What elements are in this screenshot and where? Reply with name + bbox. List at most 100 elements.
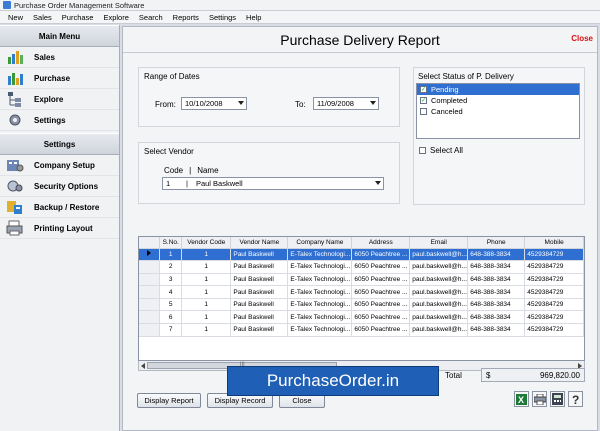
row-header[interactable]: [139, 285, 161, 299]
report-panel: Purchase Delivery Report Close Range of …: [122, 26, 598, 431]
row-header[interactable]: [139, 310, 161, 325]
print-icon[interactable]: [532, 391, 547, 407]
menu-purchase[interactable]: Purchase: [57, 13, 99, 22]
column-header[interactable]: Company Name: [287, 237, 353, 249]
vendor-header-separator: |: [189, 166, 192, 175]
sidebar-item-label: Security Options: [34, 181, 99, 191]
table-cell: 7: [159, 323, 183, 337]
column-header[interactable]: Vendor Code: [181, 237, 232, 249]
table-cell: 648-388-3834: [467, 285, 526, 299]
table-cell: 1: [181, 285, 232, 299]
row-header[interactable]: [139, 248, 161, 262]
chevron-down-icon: [375, 181, 381, 185]
row-header[interactable]: [139, 260, 161, 274]
table-cell: paul.baskwell@h...: [409, 260, 469, 274]
table-cell: 3: [159, 273, 183, 287]
sidebar-item-printing-layout[interactable]: Printing Layout: [0, 218, 119, 239]
total-value: 969,820.00: [539, 370, 580, 380]
table-cell: 1: [181, 260, 232, 274]
column-header[interactable]: Email: [409, 237, 469, 249]
status-option-label: Pending: [431, 85, 459, 94]
table-row[interactable]: 2 1 Paul Baskwell E-Talex Technologi... …: [139, 260, 584, 274]
display-report-button[interactable]: Display Report: [137, 393, 201, 408]
from-date-picker[interactable]: 10/10/2008: [181, 97, 247, 110]
menu-sales[interactable]: Sales: [28, 13, 57, 22]
vendor-code-header: Code: [164, 166, 184, 175]
close-link[interactable]: Close: [571, 34, 593, 43]
help-icon[interactable]: ?: [568, 391, 583, 407]
delivery-table: S.No. Vendor Code Vendor Name Company Na…: [139, 237, 584, 337]
sales-chart-icon: [6, 49, 24, 65]
sidebar-item-label: Company Setup: [34, 160, 95, 170]
table-cell: 4529384729: [524, 248, 584, 262]
sidebar-item-purchase[interactable]: Purchase: [0, 68, 119, 89]
table-cell: 6050 Peachtree ...: [351, 323, 411, 337]
row-header[interactable]: [139, 273, 161, 287]
status-option-canceled[interactable]: Canceled: [417, 106, 579, 117]
checkbox-checked-icon[interactable]: ✓: [420, 97, 427, 104]
table-cell: 6050 Peachtree ...: [351, 310, 411, 325]
select-all-checkbox[interactable]: Select All: [419, 146, 463, 155]
status-label: Select Status of P. Delivery: [418, 72, 514, 81]
sidebar-item-label: Purchase: [34, 73, 71, 83]
calculator-icon[interactable]: [550, 391, 565, 407]
column-header[interactable]: Mobile: [524, 237, 584, 249]
table-cell: 4529384729: [524, 260, 584, 274]
table-row[interactable]: 7 1 Paul Baskwell E-Talex Technologi... …: [139, 323, 584, 337]
menu-new[interactable]: New: [3, 13, 28, 22]
sidebar-item-backup-restore[interactable]: Backup / Restore: [0, 197, 119, 218]
table-cell: 4529384729: [524, 323, 584, 337]
column-header[interactable]: S.No.: [159, 237, 183, 249]
vendor-dropdown[interactable]: 1 | Paul Baskwell: [162, 177, 384, 190]
table-cell: 1: [181, 310, 232, 325]
to-label: To:: [295, 100, 306, 109]
status-option-pending[interactable]: ✓ Pending: [417, 84, 579, 95]
to-date-picker[interactable]: 11/09/2008: [313, 97, 379, 110]
scroll-left-icon[interactable]: [141, 363, 145, 369]
column-header[interactable]: Address: [351, 237, 411, 249]
sidebar-item-label: Sales: [34, 52, 55, 62]
total-value-box: $ 969,820.00: [481, 368, 585, 382]
sidebar-item-company-setup[interactable]: Company Setup: [0, 155, 119, 176]
table-cell: paul.baskwell@h...: [409, 298, 469, 312]
table-row[interactable]: 5 1 Paul Baskwell E-Talex Technologi... …: [139, 298, 584, 312]
sidebar-item-explore[interactable]: Explore: [0, 89, 119, 110]
table-cell: E-Talex Technologi...: [287, 248, 353, 262]
table-row[interactable]: 3 1 Paul Baskwell E-Talex Technologi... …: [139, 273, 584, 287]
table-cell: Paul Baskwell: [230, 323, 289, 337]
table-row[interactable]: 6 1 Paul Baskwell E-Talex Technologi... …: [139, 310, 584, 325]
checkbox-unchecked-icon[interactable]: [419, 147, 426, 154]
checkbox-unchecked-icon[interactable]: [420, 108, 427, 115]
menu-reports[interactable]: Reports: [168, 13, 204, 22]
sidebar-item-security-options[interactable]: Security Options: [0, 176, 119, 197]
total-label: Total: [445, 371, 462, 380]
purchase-delivery-grid[interactable]: S.No. Vendor Code Vendor Name Company Na…: [138, 236, 585, 361]
menu-explore[interactable]: Explore: [98, 13, 133, 22]
table-cell: E-Talex Technologi...: [287, 285, 353, 299]
row-header[interactable]: [139, 323, 161, 337]
backup-restore-icon: [6, 199, 24, 215]
sidebar-item-settings[interactable]: Settings: [0, 110, 119, 131]
table-cell: paul.baskwell@h...: [409, 310, 469, 325]
excel-export-icon[interactable]: X: [514, 391, 529, 407]
chevron-down-icon: [238, 101, 244, 105]
sidebar-item-sales[interactable]: Sales: [0, 47, 119, 68]
column-header[interactable]: Phone: [467, 237, 526, 249]
menu-search[interactable]: Search: [134, 13, 168, 22]
table-cell: Paul Baskwell: [230, 273, 289, 287]
table-row[interactable]: 1 1 Paul Baskwell E-Talex Technologi... …: [139, 248, 584, 262]
settings-gear-icon: [6, 112, 24, 128]
table-cell: Paul Baskwell: [230, 285, 289, 299]
status-option-completed[interactable]: ✓ Completed: [417, 95, 579, 106]
menu-help[interactable]: Help: [241, 13, 266, 22]
checkbox-checked-icon[interactable]: ✓: [420, 86, 427, 93]
menu-settings[interactable]: Settings: [204, 13, 241, 22]
table-row[interactable]: 4 1 Paul Baskwell E-Talex Technologi... …: [139, 285, 584, 299]
table-cell: 2: [159, 260, 183, 274]
vendor-code-value: 1: [166, 179, 171, 188]
table-cell: 6050 Peachtree ...: [351, 273, 411, 287]
window-title: Purchase Order Management Software: [14, 0, 145, 10]
table-cell: paul.baskwell@h...: [409, 323, 469, 337]
row-header[interactable]: [139, 298, 161, 312]
column-header[interactable]: Vendor Name: [230, 237, 289, 249]
